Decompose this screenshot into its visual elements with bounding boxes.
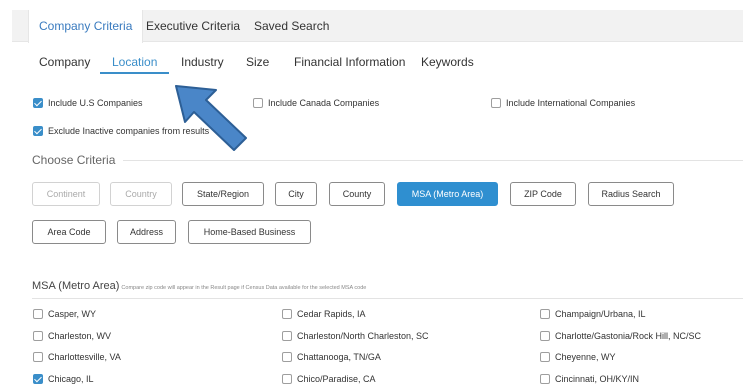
tab-company-criteria[interactable]: Company Criteria [28, 10, 144, 43]
include-us-checkbox[interactable] [33, 98, 43, 108]
msa-item-checkbox[interactable] [540, 309, 550, 319]
criteria-area-code-button[interactable]: Area Code [32, 220, 106, 244]
subtab-financial-information[interactable]: Financial Information [294, 54, 405, 74]
criteria-address-button[interactable]: Address [117, 220, 176, 244]
subtab-industry[interactable]: Industry [181, 54, 224, 74]
msa-item-label: Chico/Paradise, CA [297, 374, 376, 384]
subtab-location[interactable]: Location [100, 54, 170, 74]
subtab-keywords[interactable]: Keywords [421, 54, 474, 74]
subtab-size[interactable]: Size [246, 54, 269, 74]
msa-item-checkbox[interactable] [540, 331, 550, 341]
include-canada-checkbox[interactable] [253, 98, 263, 108]
exclude-inactive-checkbox[interactable] [33, 126, 43, 136]
msa-item-label: Charlottesville, VA [48, 352, 121, 362]
criteria-country-button[interactable]: Country [110, 182, 172, 206]
msa-item-label: Charlotte/Gastonia/Rock Hill, NC/SC [555, 331, 702, 341]
msa-item-label: Chicago, IL [48, 374, 94, 384]
msa-item-checkbox[interactable] [540, 352, 550, 362]
msa-item-checkbox[interactable] [282, 374, 292, 384]
choose-criteria-title: Choose Criteria [32, 153, 116, 167]
msa-item-checkbox[interactable] [33, 352, 43, 362]
top-tab-bar: Company Criteria Executive Criteria Save… [12, 10, 743, 43]
msa-item-checkbox[interactable] [540, 374, 550, 384]
criteria-zip-code-button[interactable]: ZIP Code [510, 182, 576, 206]
msa-item-label: Champaign/Urbana, IL [555, 309, 646, 319]
divider [123, 160, 743, 161]
criteria-radius-search-button[interactable]: Radius Search [588, 182, 674, 206]
exclude-inactive-label: Exclude Inactive companies from results [48, 126, 210, 136]
msa-item-label: Charleston, WV [48, 331, 112, 341]
msa-item-label: Chattanooga, TN/GA [297, 352, 381, 362]
msa-item-label: Charleston/North Charleston, SC [297, 331, 429, 341]
msa-section-title: MSA (Metro Area) Compare zip code will ap… [32, 280, 366, 292]
msa-item-label: Casper, WY [48, 309, 97, 319]
msa-item-checkbox[interactable] [33, 331, 43, 341]
msa-item-checkbox[interactable] [33, 309, 43, 319]
tab-executive-criteria[interactable]: Executive Criteria [136, 10, 250, 42]
criteria-continent-button[interactable]: Continent [32, 182, 100, 206]
include-us-label: Include U.S Companies [48, 98, 143, 108]
criteria-state-region-button[interactable]: State/Region [182, 182, 264, 206]
include-international-label: Include International Companies [506, 98, 636, 108]
msa-title-text: MSA (Metro Area) [32, 280, 120, 292]
msa-item-label: Cheyenne, WY [555, 352, 616, 362]
msa-item-label: Cincinnati, OH/KY/IN [555, 374, 640, 384]
msa-item-label: Cedar Rapids, IA [297, 309, 366, 319]
msa-item-checkbox[interactable] [282, 309, 292, 319]
tab-saved-search[interactable]: Saved Search [244, 10, 339, 42]
msa-item-checkbox[interactable] [282, 331, 292, 341]
msa-item-checkbox[interactable] [282, 352, 292, 362]
criteria-home-based-business-button[interactable]: Home-Based Business [188, 220, 311, 244]
subtab-company[interactable]: Company [39, 54, 90, 74]
divider [32, 298, 743, 299]
include-international-checkbox[interactable] [491, 98, 501, 108]
criteria-msa-button[interactable]: MSA (Metro Area) [397, 182, 498, 206]
criteria-county-button[interactable]: County [329, 182, 385, 206]
criteria-city-button[interactable]: City [275, 182, 317, 206]
include-canada-label: Include Canada Companies [268, 98, 380, 108]
msa-note: Compare zip code will appear in the Resu… [121, 285, 367, 291]
msa-item-checkbox[interactable] [33, 374, 43, 384]
